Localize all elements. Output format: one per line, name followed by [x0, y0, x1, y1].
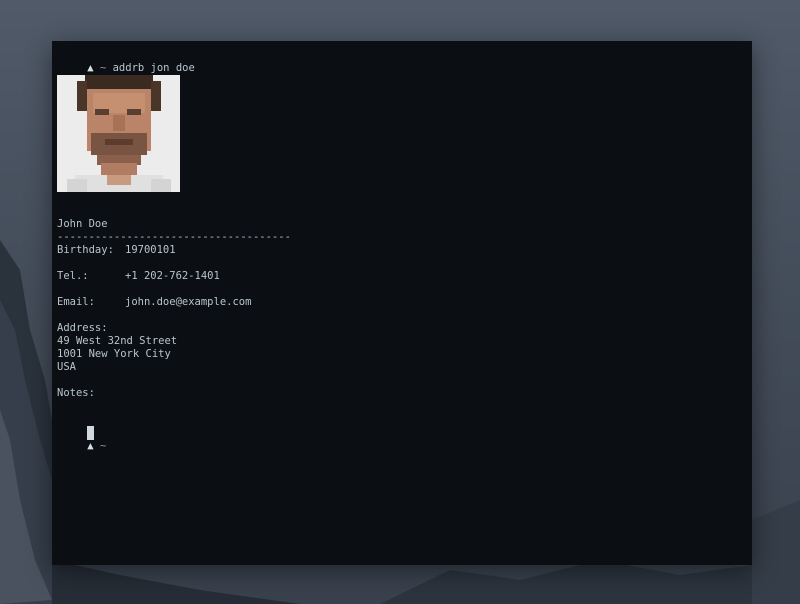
- terminal-window[interactable]: ▲ ~ addrb jon doe John Doe -------------…: [52, 41, 752, 565]
- notes-label: Notes:: [57, 387, 95, 399]
- tel-row: Tel.: +1 202-762-1401: [57, 270, 220, 283]
- email-label: Email:: [57, 296, 95, 308]
- address-line-3: USA: [57, 361, 76, 373]
- tel-label: Tel.:: [57, 270, 89, 282]
- birthday-value: 19700101: [125, 244, 176, 256]
- prompt-arrow-icon: ▲: [87, 440, 94, 452]
- text-cursor: [87, 426, 94, 440]
- prompt-directory: ~: [99, 440, 107, 452]
- address-line-1: 49 West 32nd Street: [57, 335, 178, 347]
- birthday-label: Birthday:: [57, 244, 114, 256]
- contact-photo: [57, 75, 180, 192]
- email-value: john.doe@example.com: [125, 296, 252, 308]
- prompt-directory: ~: [99, 62, 107, 74]
- birthday-row: Birthday: 19700101: [57, 244, 176, 257]
- command-text: addrb jon doe: [112, 62, 195, 74]
- contact-separator: -------------------------------------: [57, 231, 291, 243]
- next-prompt: ▲ ~: [62, 427, 106, 466]
- tel-value: +1 202-762-1401: [125, 270, 220, 282]
- contact-name: John Doe: [57, 218, 108, 230]
- prompt-arrow-icon: ▲: [87, 62, 94, 74]
- address-label: Address:: [57, 322, 108, 334]
- address-line-2: 1001 New York City: [57, 348, 171, 360]
- email-row: Email: john.doe@example.com: [57, 296, 251, 309]
